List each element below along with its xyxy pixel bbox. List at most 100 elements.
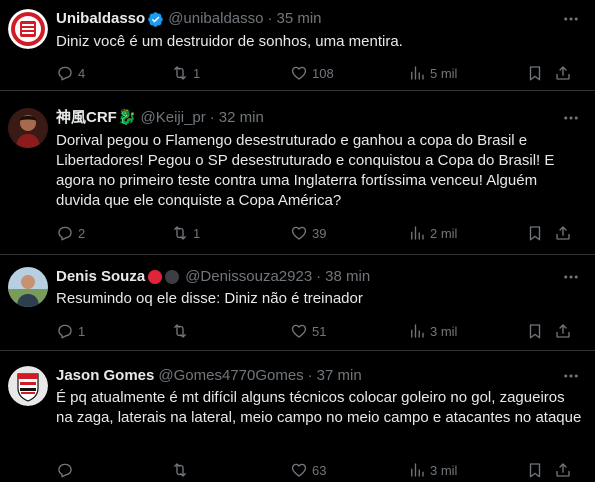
handle[interactable]: @Keiji_pr bbox=[141, 108, 206, 128]
reply-button[interactable]: 2 bbox=[56, 224, 85, 242]
like-icon bbox=[291, 463, 307, 477]
retweet-icon bbox=[174, 66, 186, 80]
action-bar: 2 1 39 2 mil bbox=[56, 223, 581, 243]
views-icon bbox=[411, 226, 424, 240]
handle[interactable]: @Denissouza2923 bbox=[185, 267, 312, 287]
tweet-text: Dorival pegou o Flamengo desestruturado … bbox=[56, 132, 555, 209]
retweet-button[interactable] bbox=[171, 322, 193, 340]
timestamp[interactable]: 38 min bbox=[325, 267, 370, 287]
reply-icon bbox=[58, 66, 72, 81]
views-icon bbox=[411, 463, 424, 477]
tweet[interactable]: 神風CRF 🐉 @Keiji_pr · 32 min Dorival pegou… bbox=[0, 91, 595, 255]
share-icon bbox=[556, 324, 570, 338]
like-icon bbox=[291, 226, 307, 240]
bookmark-button[interactable] bbox=[526, 322, 544, 340]
bookmark-icon bbox=[529, 463, 541, 478]
avatar[interactable] bbox=[8, 267, 48, 307]
tweet-header: Denis Souza @Denissouza2923 · 38 min bbox=[56, 267, 370, 287]
bookmark-button[interactable] bbox=[526, 64, 544, 82]
tweet[interactable]: Jason Gomes @Gomes4770Gomes · 37 min É p… bbox=[0, 351, 595, 482]
views-button[interactable]: 5 mil bbox=[408, 64, 457, 82]
bookmark-button[interactable] bbox=[526, 224, 544, 242]
black-circle-emoji bbox=[165, 270, 180, 284]
display-name[interactable]: Jason Gomes bbox=[56, 366, 154, 386]
like-button[interactable]: 51 bbox=[290, 322, 326, 340]
avatar[interactable] bbox=[8, 9, 48, 49]
separator: · bbox=[316, 268, 322, 285]
reply-icon bbox=[58, 226, 72, 241]
like-button[interactable]: 63 bbox=[290, 461, 326, 479]
display-name[interactable]: Denis Souza bbox=[56, 267, 145, 287]
reply-button[interactable] bbox=[56, 461, 78, 479]
views-button[interactable]: 3 mil bbox=[408, 322, 457, 340]
like-button[interactable]: 39 bbox=[290, 224, 326, 242]
share-icon bbox=[556, 226, 570, 240]
share-button[interactable] bbox=[554, 461, 572, 479]
reply-icon bbox=[58, 463, 72, 478]
share-button[interactable] bbox=[554, 64, 572, 82]
retweet-button[interactable]: 1 bbox=[171, 224, 200, 242]
display-name[interactable]: Unibaldasso bbox=[56, 9, 145, 29]
tweet-text: Resumindo oq ele disse: Diniz não é trei… bbox=[56, 290, 363, 307]
views-count: 2 mil bbox=[430, 225, 458, 241]
retweet-count: 1 bbox=[193, 65, 201, 81]
views-count: 5 mil bbox=[430, 65, 458, 81]
retweet-icon bbox=[174, 463, 186, 477]
handle[interactable]: @unibaldasso bbox=[168, 9, 263, 29]
reply-button[interactable]: 4 bbox=[56, 64, 85, 82]
views-count: 3 mil bbox=[430, 462, 458, 478]
retweet-button[interactable]: 1 bbox=[171, 64, 200, 82]
more-icon[interactable] bbox=[561, 366, 581, 386]
reply-feed: Unibaldasso @unibaldasso · 35 min Diniz … bbox=[0, 0, 595, 482]
timestamp[interactable]: 37 min bbox=[317, 366, 362, 386]
more-icon[interactable] bbox=[561, 108, 581, 128]
views-icon bbox=[411, 324, 424, 338]
like-count: 108 bbox=[312, 65, 334, 81]
more-icon[interactable] bbox=[561, 9, 581, 29]
reply-button[interactable]: 1 bbox=[56, 322, 85, 340]
tweet[interactable]: Unibaldasso @unibaldasso · 35 min Diniz … bbox=[0, 0, 595, 91]
tweet-header: Jason Gomes @Gomes4770Gomes · 37 min bbox=[56, 366, 362, 386]
reply-count: 4 bbox=[78, 65, 86, 81]
separator: · bbox=[307, 367, 313, 384]
views-button[interactable]: 3 mil bbox=[408, 461, 457, 479]
action-bar: 1 51 3 mil bbox=[56, 321, 581, 341]
tweet-header: 神風CRF 🐉 @Keiji_pr · 32 min bbox=[56, 108, 264, 128]
separator: · bbox=[209, 109, 215, 126]
reply-icon bbox=[58, 324, 72, 339]
timestamp[interactable]: 32 min bbox=[219, 108, 264, 128]
like-button[interactable]: 108 bbox=[290, 64, 334, 82]
display-name[interactable]: 神風CRF bbox=[56, 108, 117, 128]
handle[interactable]: @Gomes4770Gomes bbox=[158, 366, 303, 386]
like-count: 51 bbox=[312, 323, 327, 339]
reply-count: 1 bbox=[78, 323, 86, 339]
verified-badge-icon bbox=[147, 11, 164, 28]
dragon-emoji: 🐉 bbox=[117, 109, 137, 126]
bookmark-icon bbox=[529, 324, 541, 339]
tweet-text: É pq atualmente é mt difícil alguns técn… bbox=[56, 389, 582, 426]
action-bar: 63 3 mil bbox=[56, 460, 581, 480]
views-button[interactable]: 2 mil bbox=[408, 224, 457, 242]
views-count: 3 mil bbox=[430, 323, 458, 339]
share-icon bbox=[556, 66, 570, 80]
tweet[interactable]: Denis Souza @Denissouza2923 · 38 min Res… bbox=[0, 255, 595, 351]
tweet-text: Diniz você é um destruidor de sonhos, um… bbox=[56, 33, 403, 50]
views-icon bbox=[411, 66, 424, 80]
bookmark-button[interactable] bbox=[526, 461, 544, 479]
share-icon bbox=[556, 463, 570, 477]
retweet-count: 1 bbox=[193, 225, 201, 241]
avatar[interactable] bbox=[8, 366, 48, 406]
timestamp[interactable]: 35 min bbox=[276, 9, 321, 29]
retweet-icon bbox=[174, 226, 186, 240]
avatar[interactable] bbox=[8, 108, 48, 148]
like-count: 63 bbox=[312, 462, 327, 478]
more-icon[interactable] bbox=[561, 267, 581, 287]
retweet-button[interactable] bbox=[171, 461, 193, 479]
share-button[interactable] bbox=[554, 322, 572, 340]
like-count: 39 bbox=[312, 225, 327, 241]
action-bar: 4 1 108 5 mil bbox=[56, 63, 581, 83]
reply-count: 2 bbox=[78, 225, 86, 241]
share-button[interactable] bbox=[554, 224, 572, 242]
red-circle-emoji bbox=[148, 270, 163, 284]
bookmark-icon bbox=[529, 66, 541, 81]
